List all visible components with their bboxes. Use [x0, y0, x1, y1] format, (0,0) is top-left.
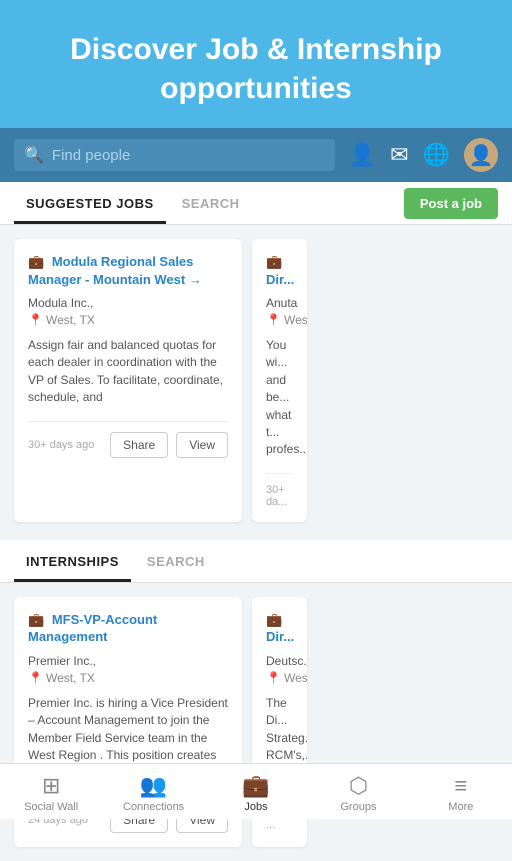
- tab-jobs-search[interactable]: SEARCH: [170, 182, 252, 224]
- jobs-icon: 💼: [242, 773, 269, 799]
- jobs-label: Jobs: [244, 801, 267, 813]
- social-wall-icon: ⊞: [42, 773, 60, 799]
- job-footer-1: 30+ days ago Share View: [28, 421, 228, 458]
- connections-label: Connections: [123, 801, 184, 813]
- tab-internships[interactable]: INTERNSHIPS: [14, 540, 131, 582]
- nav-icons: 👤 ✉ 🌐 👤: [349, 138, 498, 172]
- hero-title: Discover Job & Internship opportunities: [20, 30, 492, 108]
- internships-tabs-bar: INTERNSHIPS SEARCH: [0, 540, 512, 583]
- location-pin-i1: 📍: [28, 671, 43, 685]
- job-card-1: 💼 Modula Regional Sales Manager - Mounta…: [14, 239, 242, 522]
- job-company-1: Modula Inc.,: [28, 296, 228, 310]
- internship-location-1: 📍 West, TX: [28, 671, 228, 685]
- content-area: SUGGESTED JOBS SEARCH Post a job 💼 Modul…: [0, 182, 512, 861]
- briefcase-icon-2: 💼: [266, 253, 282, 271]
- location-pin-2: 📍: [266, 313, 281, 327]
- globe-icon[interactable]: 🌐: [423, 142, 450, 168]
- job-title-1[interactable]: 💼 Modula Regional Sales Manager - Mounta…: [28, 253, 228, 288]
- tab-suggested-jobs[interactable]: SUGGESTED JOBS: [14, 182, 166, 224]
- job-age-1: 30+ days ago: [28, 439, 102, 451]
- connections-icon: 👥: [140, 773, 167, 799]
- nav-item-more[interactable]: ≡ More: [410, 773, 512, 813]
- share-button-1[interactable]: Share: [110, 432, 168, 458]
- hero-section: Discover Job & Internship opportunities: [0, 0, 512, 128]
- job-title-2[interactable]: 💼 Dir...: [266, 253, 293, 288]
- bottom-nav: ⊞ Social Wall 👥 Connections 💼 Jobs ⬡ Gro…: [0, 763, 512, 819]
- nav-item-jobs[interactable]: 💼 Jobs: [205, 773, 307, 813]
- post-job-button[interactable]: Post a job: [404, 188, 498, 219]
- internship-company-2: Deutsc...: [266, 654, 293, 668]
- tab-internships-search[interactable]: SEARCH: [135, 540, 217, 582]
- internships-cards-row: 💼 MFS-VP-Account Management Premier Inc.…: [0, 583, 512, 861]
- job-desc-2: You wi... and be... what t... profes...: [266, 337, 293, 459]
- mail-icon[interactable]: ✉: [390, 142, 408, 168]
- job-desc-1: Assign fair and balanced quotas for each…: [28, 337, 228, 407]
- briefcase-icon-i1: 💼: [28, 611, 44, 629]
- internship-title-1[interactable]: 💼 MFS-VP-Account Management: [28, 611, 228, 646]
- job-age-2: 30+ da...: [266, 484, 293, 508]
- groups-icon: ⬡: [349, 773, 368, 799]
- location-pin-1: 📍: [28, 313, 43, 327]
- job-location-1: 📍 West, TX: [28, 313, 228, 327]
- jobs-tabs-bar: SUGGESTED JOBS SEARCH Post a job: [0, 182, 512, 225]
- jobs-cards-row: 💼 Modula Regional Sales Manager - Mounta…: [0, 225, 512, 536]
- internship-title-2[interactable]: 💼 Dir...: [266, 611, 293, 646]
- avatar[interactable]: 👤: [464, 138, 498, 172]
- internship-company-1: Premier Inc.,: [28, 654, 228, 668]
- job-card-2-partial: 💼 Dir... Anuta 📍 Wes... You wi... and be…: [252, 239, 307, 522]
- nav-item-social-wall[interactable]: ⊞ Social Wall: [0, 773, 102, 813]
- internship-location-2: 📍 Wes...: [266, 671, 293, 685]
- more-icon: ≡: [454, 773, 467, 799]
- job-footer-2: 30+ da...: [266, 473, 293, 508]
- people-icon[interactable]: 👤: [349, 142, 376, 168]
- briefcase-icon-i2: 💼: [266, 611, 282, 629]
- search-bar: 🔍 👤 ✉ 🌐 👤: [0, 128, 512, 182]
- search-input-wrap[interactable]: 🔍: [14, 139, 335, 171]
- search-input[interactable]: [52, 147, 325, 164]
- more-label: More: [448, 801, 473, 813]
- view-button-1[interactable]: View: [176, 432, 228, 458]
- nav-item-groups[interactable]: ⬡ Groups: [307, 773, 409, 813]
- nav-item-connections[interactable]: 👥 Connections: [102, 773, 204, 813]
- location-pin-i2: 📍: [266, 671, 281, 685]
- social-wall-label: Social Wall: [24, 801, 78, 813]
- search-icon: 🔍: [24, 145, 44, 165]
- briefcase-icon-1: 💼: [28, 253, 44, 271]
- job-location-2: 📍 Wes...: [266, 313, 293, 327]
- job-company-2: Anuta: [266, 296, 293, 310]
- groups-label: Groups: [340, 801, 376, 813]
